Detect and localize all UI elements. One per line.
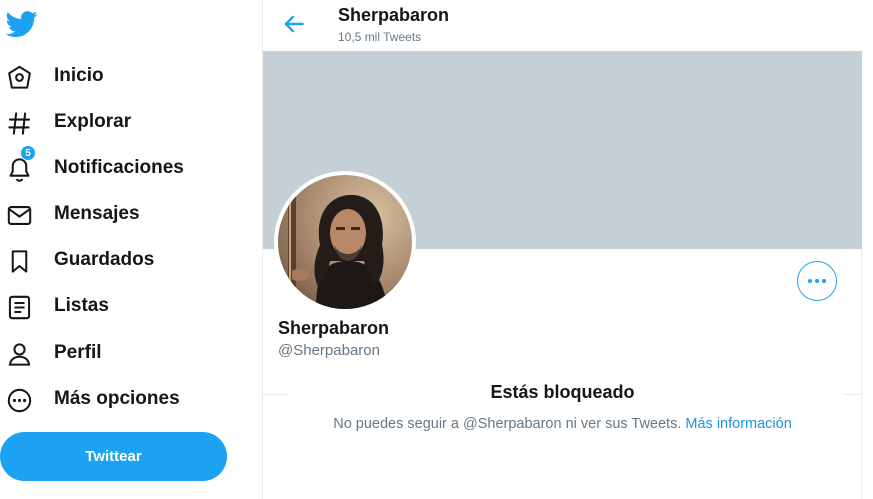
nav-label: Explorar bbox=[54, 111, 132, 132]
mail-icon bbox=[7, 206, 32, 225]
profile-column: Sherpabaron 10,5 mil Tweets Sherpabaron … bbox=[262, 0, 862, 499]
twitter-bird-icon[interactable] bbox=[6, 8, 38, 40]
tweet-count: 10,5 mil Tweets bbox=[338, 30, 422, 44]
nav-label: Más opciones bbox=[54, 388, 180, 409]
person-icon bbox=[8, 343, 31, 366]
notification-badge: 5 bbox=[20, 145, 36, 161]
nav-item-mas-opciones[interactable]: Más opciones bbox=[0, 379, 240, 419]
nav-item-listas[interactable]: Listas bbox=[0, 286, 240, 326]
avatar[interactable] bbox=[274, 171, 416, 313]
tweet-button[interactable]: Twittear bbox=[0, 432, 227, 481]
profile-handle: @Sherpabaron bbox=[278, 342, 380, 359]
nav-label: Guardados bbox=[54, 249, 155, 270]
blocked-message: No puedes seguir a @Sherpabaron ni ver s… bbox=[263, 416, 862, 432]
avatar-photo bbox=[278, 175, 412, 309]
more-circle-icon bbox=[7, 388, 32, 413]
more-info-link[interactable]: Más información bbox=[685, 416, 791, 432]
more-dot-icon bbox=[808, 279, 812, 283]
nav-label: Mensajes bbox=[54, 203, 140, 224]
nav-item-mensajes[interactable]: Mensajes bbox=[0, 194, 240, 234]
home-icon bbox=[8, 65, 31, 89]
nav-item-notificaciones[interactable]: 5 Notificaciones bbox=[0, 145, 240, 188]
more-dot-icon bbox=[822, 279, 826, 283]
list-icon bbox=[8, 295, 31, 320]
blocked-text: No puedes seguir a @Sherpabaron ni ver s… bbox=[333, 416, 686, 432]
bookmark-icon bbox=[11, 250, 28, 273]
nav-item-guardados[interactable]: Guardados bbox=[0, 240, 240, 280]
nav-item-perfil[interactable]: Perfil bbox=[0, 333, 240, 373]
nav-label: Inicio bbox=[54, 65, 104, 86]
profile-header: Sherpabaron 10,5 mil Tweets bbox=[263, 0, 862, 50]
nav-item-explorar[interactable]: Explorar bbox=[0, 102, 240, 142]
nav-label: Listas bbox=[54, 295, 109, 316]
sidebar: Inicio Explorar 5 Notificaciones Mensaje… bbox=[0, 0, 262, 499]
profile-name: Sherpabaron bbox=[278, 318, 390, 338]
nav-label: Perfil bbox=[54, 342, 102, 363]
nav-item-inicio[interactable]: Inicio bbox=[0, 56, 240, 96]
hashtag-icon bbox=[8, 112, 31, 135]
blocked-title: Estás bloqueado bbox=[490, 382, 635, 402]
header-title: Sherpabaron bbox=[338, 5, 450, 25]
more-dot-icon bbox=[815, 279, 819, 283]
more-options-button[interactable] bbox=[797, 261, 837, 301]
nav-label: Notificaciones bbox=[54, 157, 184, 178]
back-arrow-icon[interactable] bbox=[281, 11, 307, 37]
